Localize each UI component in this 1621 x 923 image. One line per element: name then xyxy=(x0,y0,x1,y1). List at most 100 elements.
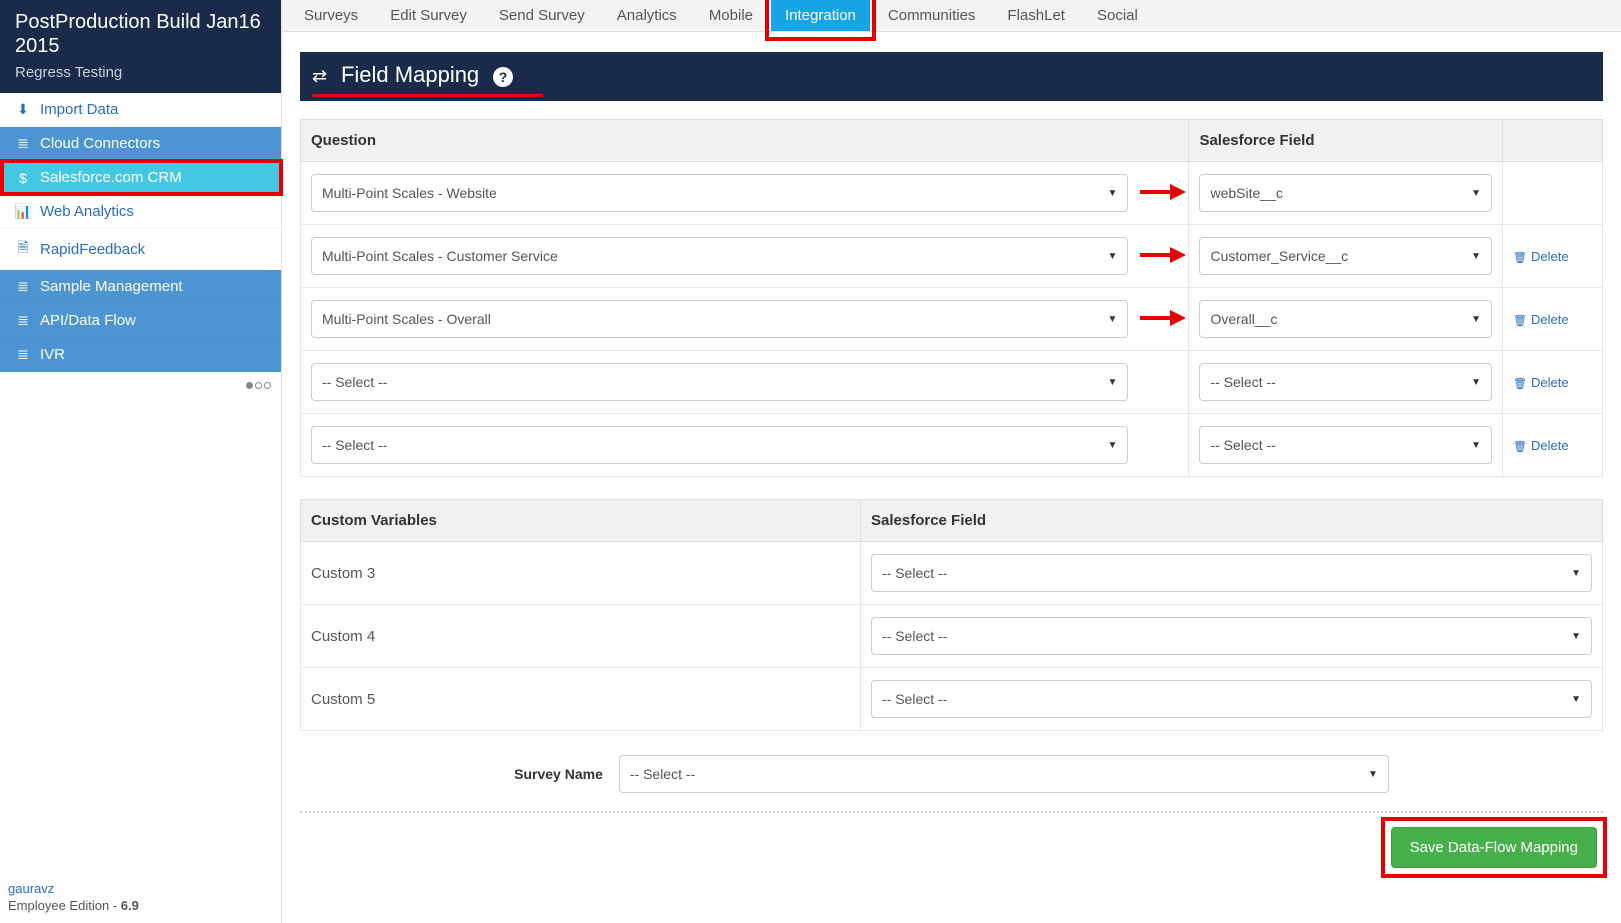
sidebar-icon: ≣ xyxy=(14,312,32,329)
cv-sf-select[interactable]: -- Select --▼ xyxy=(871,680,1592,718)
sidebar-icon: ≣ xyxy=(14,278,32,295)
swap-icon: ⇄ xyxy=(312,66,327,86)
tab-integration[interactable]: Integration xyxy=(771,0,870,31)
salesforce-field-select[interactable]: -- Select --▼ xyxy=(1199,363,1492,401)
tab-social[interactable]: Social xyxy=(1083,0,1152,31)
custom-var-row: Custom 5 -- Select --▼ xyxy=(301,668,1603,731)
mapping-row: Multi-Point Scales - Customer Service▼ Cu… xyxy=(301,225,1603,288)
tab-mobile[interactable]: Mobile xyxy=(695,0,767,31)
chevron-down-icon: ▼ xyxy=(1108,188,1118,199)
tab-send-survey[interactable]: Send Survey xyxy=(485,0,599,31)
sidebar-item-label: IVR xyxy=(40,346,65,363)
sidebar-icon: ⬇ xyxy=(14,101,32,118)
col-question-header: Question xyxy=(301,120,1189,162)
sidebar-icon: ≣ xyxy=(14,346,32,363)
sidebar-item-label: API/Data Flow xyxy=(40,312,136,329)
trash-icon: 🗑 xyxy=(1513,252,1527,264)
col-cv-header: Custom Variables xyxy=(301,500,861,542)
custom-var-label: Custom 4 xyxy=(301,605,861,668)
sidebar-item-import-data[interactable]: ⬇Import Data xyxy=(0,93,281,127)
col-sf-header: Salesforce Field xyxy=(1189,120,1503,162)
sidebar-item-api-data-flow[interactable]: ≣ API/Data Flow xyxy=(0,304,281,338)
chevron-down-icon: ▼ xyxy=(1571,568,1581,579)
question-select[interactable]: Multi-Point Scales - Website▼ xyxy=(311,174,1128,212)
sidebar-item-label: Web Analytics xyxy=(40,203,134,220)
sidebar-item-web-analytics[interactable]: 📊 Web Analytics xyxy=(0,195,281,229)
sidebar-icon: $ xyxy=(14,170,32,186)
question-select[interactable]: Multi-Point Scales - Overall▼ xyxy=(311,300,1128,338)
sidebar-item-ivr[interactable]: ≣ IVR xyxy=(0,338,281,372)
custom-var-row: Custom 3 -- Select --▼ xyxy=(301,542,1603,605)
top-tabs: SurveysEdit SurveySend SurveyAnalyticsMo… xyxy=(282,0,1621,32)
delete-button[interactable]: 🗑Delete xyxy=(1513,312,1569,327)
arrow-icon xyxy=(1138,244,1188,266)
sidebar-icon: ≣ xyxy=(14,135,32,152)
sidebar-icon: 📊 xyxy=(14,203,32,220)
arrow-icon xyxy=(1138,181,1188,203)
cv-sf-select[interactable]: -- Select --▼ xyxy=(871,617,1592,655)
sidebar: PostProduction Build Jan16 2015 Regress … xyxy=(0,0,282,923)
col-sf-header-2: Salesforce Field xyxy=(861,500,1603,542)
salesforce-field-select[interactable]: Overall__c▼ xyxy=(1199,300,1492,338)
chevron-down-icon: ▼ xyxy=(1108,440,1118,451)
sidebar-item-label: Salesforce.com CRM xyxy=(40,169,182,186)
col-action-header xyxy=(1503,120,1603,162)
project-subtitle: Regress Testing xyxy=(15,64,266,81)
custom-var-row: Custom 4 -- Select --▼ xyxy=(301,605,1603,668)
tab-surveys[interactable]: Surveys xyxy=(290,0,372,31)
custom-var-label: Custom 3 xyxy=(301,542,861,605)
sidebar-nav: ⬇Import Data ≣ Cloud Connectors $ Salesforce… xyxy=(0,93,281,372)
salesforce-field-select[interactable]: Customer_Service__c▼ xyxy=(1199,237,1492,275)
custom-var-label: Custom 5 xyxy=(301,668,861,731)
page-header: ⇄ Field Mapping ? xyxy=(300,52,1603,101)
question-mapping-table: Question Salesforce Field Multi-Point Sc… xyxy=(300,119,1603,477)
sidebar-item-sample-management[interactable]: ≣ Sample Management xyxy=(0,270,281,304)
chevron-down-icon: ▼ xyxy=(1471,314,1481,325)
tab-flashlet[interactable]: FlashLet xyxy=(993,0,1079,31)
trash-icon: 🗑 xyxy=(1513,441,1527,453)
page-title: Field Mapping xyxy=(341,62,479,88)
trash-icon: 🗑 xyxy=(1513,315,1527,327)
salesforce-field-select[interactable]: -- Select --▼ xyxy=(1199,426,1492,464)
delete-button[interactable]: 🗑Delete xyxy=(1513,438,1569,453)
sidebar-item-rapidfeedback[interactable]: 🗎 RapidFeedback xyxy=(0,229,281,270)
main-content: SurveysEdit SurveySend SurveyAnalyticsMo… xyxy=(282,0,1621,923)
mapping-row: Multi-Point Scales - Overall▼ Overall__c▼… xyxy=(301,288,1603,351)
sidebar-item-salesforce-com-crm[interactable]: $ Salesforce.com CRM xyxy=(0,161,281,195)
question-select[interactable]: Multi-Point Scales - Customer Service▼ xyxy=(311,237,1128,275)
question-select[interactable]: -- Select --▼ xyxy=(311,363,1128,401)
help-icon[interactable]: ? xyxy=(493,67,513,87)
survey-name-select[interactable]: -- Select --▼ xyxy=(619,755,1389,793)
tab-communities[interactable]: Communities xyxy=(874,0,990,31)
mapping-row: -- Select --▼ -- Select --▼ 🗑Delete xyxy=(301,351,1603,414)
chevron-down-icon: ▼ xyxy=(1108,314,1118,325)
save-wrapper: Save Data-Flow Mapping xyxy=(1391,827,1597,868)
question-select[interactable]: -- Select --▼ xyxy=(311,426,1128,464)
cv-sf-select[interactable]: -- Select --▼ xyxy=(871,554,1592,592)
survey-name-row: Survey Name -- Select --▼ xyxy=(300,755,1603,793)
chevron-down-icon: ▼ xyxy=(1108,377,1118,388)
chevron-down-icon: ▼ xyxy=(1571,694,1581,705)
tab-edit-survey[interactable]: Edit Survey xyxy=(376,0,481,31)
tab-analytics[interactable]: Analytics xyxy=(603,0,691,31)
mapping-row: Multi-Point Scales - Website▼ webSite__c▼ xyxy=(301,162,1603,225)
sidebar-item-label: Sample Management xyxy=(40,278,183,295)
delete-button[interactable]: 🗑Delete xyxy=(1513,375,1569,390)
sidebar-icon: 🗎 xyxy=(14,237,32,261)
sidebar-footer: gauravz Employee Edition - 6.9 xyxy=(0,871,281,923)
sidebar-item-label: RapidFeedback xyxy=(40,241,145,258)
chevron-down-icon: ▼ xyxy=(1571,631,1581,642)
chevron-down-icon: ▼ xyxy=(1471,377,1481,388)
current-user[interactable]: gauravz xyxy=(8,881,273,896)
salesforce-field-select[interactable]: webSite__c▼ xyxy=(1199,174,1492,212)
arrow-icon xyxy=(1138,307,1188,329)
sidebar-item-cloud-connectors[interactable]: ≣ Cloud Connectors xyxy=(0,127,281,161)
sidebar-pager[interactable] xyxy=(0,372,281,396)
sidebar-item-label: Cloud Connectors xyxy=(40,135,160,152)
chevron-down-icon: ▼ xyxy=(1368,769,1378,780)
trash-icon: 🗑 xyxy=(1513,378,1527,390)
custom-var-table: Custom Variables Salesforce Field Custom… xyxy=(300,499,1603,731)
chevron-down-icon: ▼ xyxy=(1471,188,1481,199)
delete-button[interactable]: 🗑Delete xyxy=(1513,249,1569,264)
sidebar-header: PostProduction Build Jan16 2015 Regress … xyxy=(0,0,281,93)
